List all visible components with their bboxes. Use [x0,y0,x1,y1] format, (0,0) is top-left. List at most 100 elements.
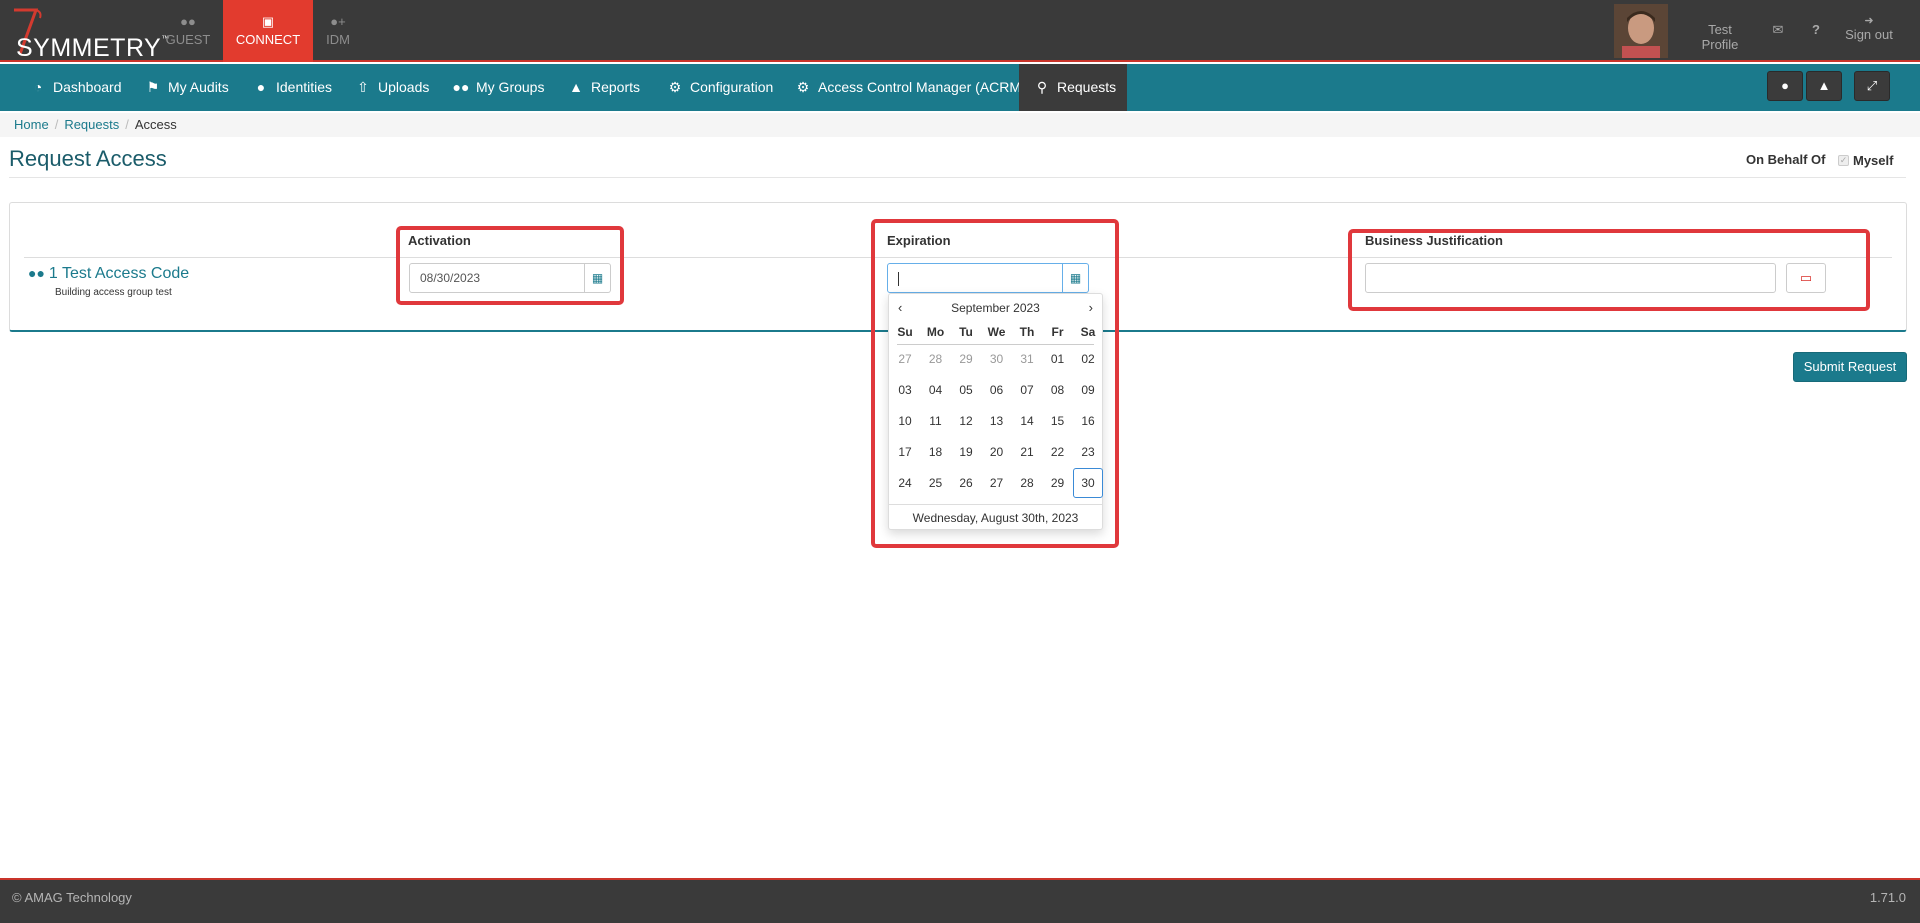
calendar-day[interactable]: 28 [1012,468,1042,498]
calendar-day[interactable]: 02 [1073,344,1103,374]
group-name-link[interactable]: ●● 1 Test Access Code [28,265,189,283]
calendar-day[interactable]: 30 [1073,468,1103,498]
calendar-day[interactable]: 16 [1073,406,1103,436]
avatar[interactable] [1614,4,1668,58]
calendar-day[interactable]: 07 [1012,375,1042,405]
myself-checkbox[interactable]: ✓ [1838,155,1849,166]
nav-requests[interactable]: ⚲ Requests [1019,64,1127,111]
highlight-box-activation [396,226,624,305]
nav-dashboard[interactable]: ◔ Dashboard [29,64,122,111]
calendar-day[interactable]: 24 [890,468,920,498]
users-icon: ●● [452,79,470,95]
breadcrumb-requests[interactable]: Requests [64,117,119,132]
area-chart-icon: ▲ [569,79,583,95]
top-bar: SYMMETRY™ ●● GUEST ▣ CONNECT ●+ IDM Test… [0,0,1920,62]
next-month-button[interactable]: › [1089,300,1093,315]
help-icon[interactable]: ? [1806,22,1826,42]
calendar-day[interactable]: 27 [890,344,920,374]
nav-label: My Audits [168,79,229,95]
user-secret-icon: ▲ [1817,78,1831,93]
nav-label: Dashboard [53,79,122,95]
nav-label: Uploads [378,79,430,95]
datepicker-today-footer[interactable]: Wednesday, August 30th, 2023 [889,504,1102,530]
breadcrumb-home[interactable]: Home [14,117,49,132]
calendar-day[interactable]: 18 [921,437,951,467]
calendar-day[interactable]: 11 [921,406,951,436]
datepicker-header: ‹ September 2023 › [889,294,1102,322]
version-text: 1.71.0 [1869,890,1906,905]
calendar-day[interactable]: 25 [921,468,951,498]
user-secret-button[interactable]: ▲ [1806,71,1842,101]
calendar-day[interactable]: 29 [1043,468,1073,498]
user-plus-icon: ●+ [330,14,346,29]
app-tab-guest[interactable]: ●● GUEST [157,0,219,62]
globe-button[interactable]: ● [1767,71,1803,101]
myself-label: Myself [1853,153,1894,168]
nav-identities[interactable]: ● Identities [252,64,332,111]
main-nav: ◔ Dashboard ⚑ My Audits ● Identities ⇧ Uploa… [0,64,1920,111]
gear-icon: ⚙ [668,79,682,95]
app-tab-connect[interactable]: ▣ CONNECT [223,0,313,62]
nav-acrm[interactable]: ⚙ Access Control Manager (ACRM) [794,64,1026,111]
globe-icon: ● [1781,78,1789,93]
calendar-day[interactable]: 26 [951,468,981,498]
nav-my-groups[interactable]: ●● My Groups [452,64,545,111]
datepicker-month[interactable]: September 2023 [889,301,1102,315]
calendar-day[interactable]: 06 [982,375,1012,405]
nav-label: Access Control Manager (ACRM) [818,79,1026,95]
nav-label: Reports [591,79,641,95]
card-icon: ▣ [261,14,275,29]
profile-name[interactable]: Test Profile [1688,22,1752,52]
expand-icon: ⤢ [1866,78,1878,93]
calendar-day[interactable]: 13 [982,406,1012,436]
calendar-day[interactable]: 05 [951,375,981,405]
calendar-day[interactable]: 12 [951,406,981,436]
calendar-day[interactable]: 01 [1043,344,1073,374]
calendar-day[interactable]: 09 [1073,375,1103,405]
breadcrumb: Home / Requests / Access [0,113,1920,137]
on-behalf-of-label: On Behalf Of [1746,152,1826,167]
page-footer: © AMAG Technology 1.71.0 [0,878,1920,923]
calendar-day[interactable]: 30 [982,344,1012,374]
app-tab-idm[interactable]: ●+ IDM [317,0,359,62]
calendar-day[interactable]: 10 [890,406,920,436]
calendar-day[interactable]: 17 [890,437,920,467]
calendar-day[interactable]: 15 [1043,406,1073,436]
breadcrumb-separator: / [54,117,59,132]
calendar-day[interactable]: 31 [1012,344,1042,374]
signout-button[interactable]: ➜ Sign out [1844,14,1894,50]
gear-icon: ⚙ [796,79,810,95]
flag-icon: ⚑ [146,79,160,95]
calendar-day[interactable]: 27 [982,468,1012,498]
envelope-icon[interactable]: ✉ [1768,22,1788,42]
highlight-box-justification [1348,229,1870,311]
app-tab-label: IDM [326,32,350,47]
avatar-image [1614,4,1668,58]
calendar-day[interactable]: 22 [1043,437,1073,467]
group-description: Building access group test [55,287,172,298]
sign-out-icon: ➜ [1864,15,1874,27]
nav-reports[interactable]: ▲ Reports [567,64,640,111]
nav-uploads[interactable]: ⇧ Uploads [354,64,429,111]
calendar-day[interactable]: 23 [1073,437,1103,467]
nav-label: Identities [276,79,333,95]
breadcrumb-current: Access [134,117,177,132]
calendar-day[interactable]: 04 [921,375,951,405]
weekday-header: Fr [1051,325,1064,339]
nav-configuration[interactable]: ⚙ Configuration [666,64,774,111]
calendar-day[interactable]: 14 [1012,406,1042,436]
dashboard-icon: ◔ [33,79,43,95]
expand-button[interactable]: ⤢ [1854,71,1890,101]
calendar-day[interactable]: 29 [951,344,981,374]
symmetry-logo[interactable]: SYMMETRY™ [6,4,169,62]
submit-request-button[interactable]: Submit Request [1793,352,1907,382]
calendar-day[interactable]: 28 [921,344,951,374]
calendar-day[interactable]: 20 [982,437,1012,467]
calendar-day[interactable]: 03 [890,375,920,405]
calendar-day[interactable]: 08 [1043,375,1073,405]
calendar-day[interactable]: 19 [951,437,981,467]
calendar-day[interactable]: 21 [1012,437,1042,467]
user-icon: ● [256,79,266,95]
nav-my-audits[interactable]: ⚑ My Audits [144,64,229,111]
datepicker: ‹ September 2023 › Su Mo Tu We Th Fr Sa 27 28 29 3… [888,293,1103,530]
